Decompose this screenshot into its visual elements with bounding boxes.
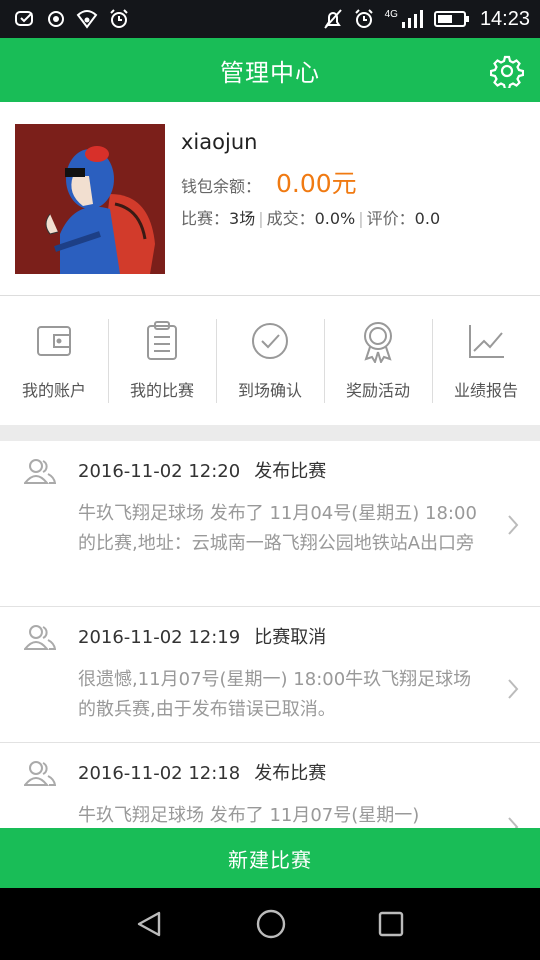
rating-value: 0.0 (414, 209, 441, 228)
menu-item-performance[interactable]: 业绩报告 (432, 297, 540, 425)
wallet-icon (37, 326, 71, 356)
matches-label: 比赛： (181, 209, 230, 228)
matches-value: 3场 (229, 209, 256, 228)
create-match-button[interactable]: 新建比赛 (0, 828, 540, 888)
list-item[interactable]: 2016-11-02 12:18 发布比赛 牛玖飞翔足球场 发布了 11月07号(… (0, 743, 540, 828)
clock: 14:23 (479, 7, 530, 30)
alarm-icon (110, 9, 128, 28)
chart-icon (469, 325, 504, 358)
feed-type: 发布比赛 (254, 461, 327, 482)
feed-type: 发布比赛 (254, 763, 327, 784)
menu-label: 我的账户 (21, 381, 86, 400)
deal-value: 0.0% (314, 209, 356, 228)
message-icon (15, 11, 33, 26)
app-header: 管理中心 (0, 38, 540, 102)
rating-label: 评价： (366, 209, 415, 228)
feed-datetime: 2016-11-02 12:20 (78, 461, 241, 482)
profile-card: xiaojun 钱包余额： 0.00元 比赛：3场 | 成交：0.0% | 评价：0.0 (0, 103, 540, 296)
list-item[interactable]: 2016-11-02 12:20 发布比赛 牛玖飞翔足球场 发布了 11月04号(… (0, 441, 540, 607)
location-icon (48, 11, 64, 27)
chevron-right-icon (508, 679, 519, 699)
section-divider (0, 425, 540, 441)
feed-header: 2016-11-02 12:19 比赛取消 (78, 623, 326, 649)
divider: | (358, 209, 364, 228)
page-title: 管理中心 (220, 58, 320, 87)
profile-stats: 比赛：3场 | 成交：0.0% | 评价：0.0 (181, 205, 440, 229)
clipboard-icon (147, 321, 177, 360)
feed-content: 很遗憾,11月07号(星期一) 18:00牛玖飞翔足球场的散兵赛,由于发布错误已… (78, 669, 472, 720)
chevron-right-icon (508, 515, 519, 535)
avatar[interactable] (15, 124, 165, 274)
back-icon[interactable] (135, 909, 165, 939)
users-icon (24, 625, 56, 650)
system-nav-bar (0, 888, 540, 960)
feed-type: 比赛取消 (254, 627, 327, 648)
username: xiaojun (181, 130, 258, 154)
gear-icon[interactable] (490, 54, 524, 88)
check-circle-icon (252, 323, 288, 359)
menu-item-checkin[interactable]: 到场确认 (216, 297, 324, 425)
menu-label: 奖励活动 (345, 381, 410, 400)
menu-item-my-matches[interactable]: 我的比赛 (108, 297, 216, 425)
divider: | (258, 209, 264, 228)
network-type: 4G (384, 8, 398, 20)
balance-label: 钱包余额： (181, 177, 262, 196)
menu-label: 业绩报告 (453, 381, 518, 400)
feed-datetime: 2016-11-02 12:18 (78, 763, 241, 784)
feed-content: 牛玖飞翔足球场 发布了 11月07号(星期一) (78, 805, 420, 826)
menu-item-rewards[interactable]: 奖励活动 (324, 297, 432, 425)
chevron-right-icon (508, 817, 519, 828)
wifi-icon (76, 10, 98, 29)
menu-label: 到场确认 (237, 381, 302, 400)
feed-header: 2016-11-02 12:20 发布比赛 (78, 457, 326, 483)
users-icon (24, 761, 56, 786)
status-left-icons (14, 8, 130, 30)
feed-header: 2016-11-02 12:18 发布比赛 (78, 759, 326, 785)
activity-feed: 2016-11-02 12:20 发布比赛 牛玖飞翔足球场 发布了 11月04号(… (0, 441, 540, 828)
home-icon[interactable] (255, 908, 287, 940)
feature-menu: 我的账户 我的比赛 到场确认 奖励活动 业绩报告 (0, 297, 540, 425)
menu-label: 我的比赛 (129, 381, 194, 400)
balance-value: 0.00元 (276, 169, 357, 198)
feed-datetime: 2016-11-02 12:19 (78, 627, 241, 648)
recents-icon[interactable] (377, 910, 405, 938)
award-icon (364, 322, 392, 363)
menu-item-my-account[interactable]: 我的账户 (0, 297, 108, 425)
users-icon (24, 459, 56, 484)
alarm-icon (354, 9, 373, 28)
status-bar: 4G 14:23 (0, 0, 540, 38)
status-right-icons: 4G 14:23 (323, 8, 530, 31)
signal-icon (401, 10, 423, 28)
deal-label: 成交： (266, 209, 315, 228)
list-item[interactable]: 2016-11-02 12:19 比赛取消 很遗憾,11月07号(星期一) 18:… (0, 607, 540, 743)
mute-icon (323, 9, 342, 29)
battery-icon (433, 11, 469, 27)
feed-content: 牛玖飞翔足球场 发布了 11月04号(星期五) 18:00 的比赛,地址：云城南… (78, 503, 477, 554)
